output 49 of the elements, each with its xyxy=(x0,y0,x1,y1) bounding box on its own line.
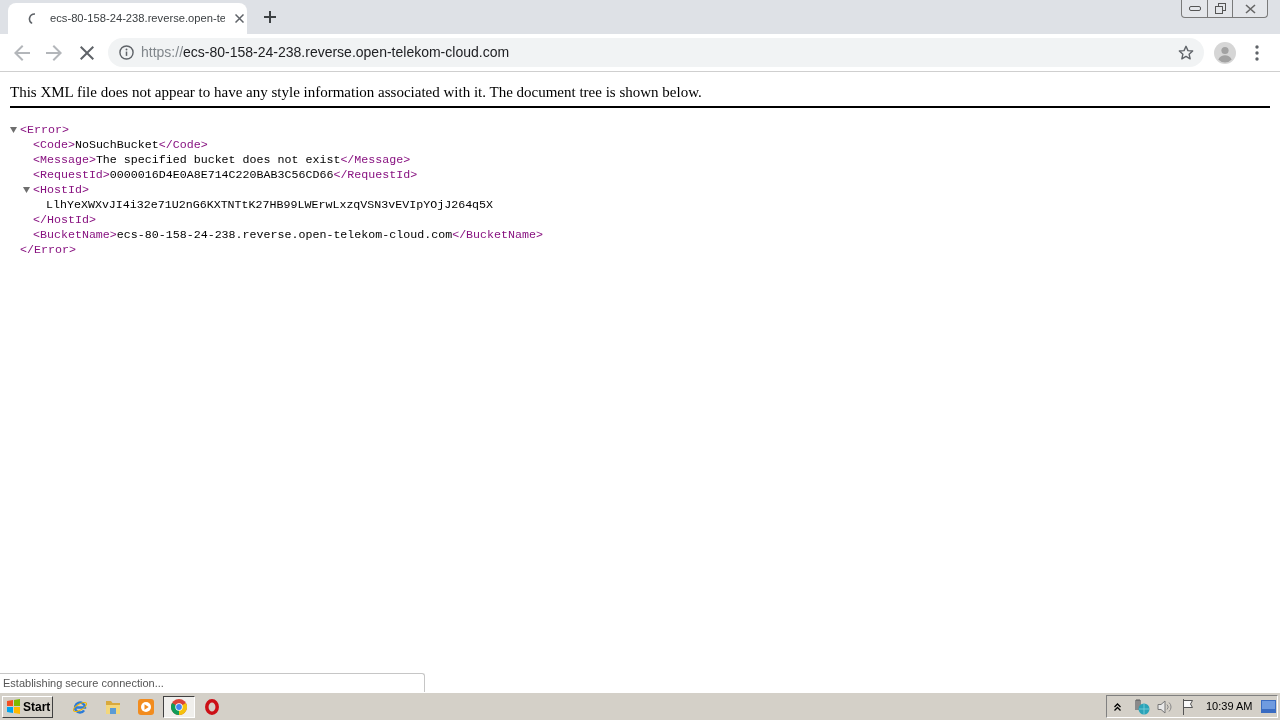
flag-icon[interactable] xyxy=(1182,698,1196,715)
xml-text: 0000016D4E0A8E714C220BAB3C56CD66 xyxy=(109,167,334,182)
xml-text: LlhYeXWXvJI4i32e71U2nG6KXTNTtK27HB99LWErwLxzqVSN3vEVIpYOjJ264q5X xyxy=(46,197,494,212)
address-bar[interactable]: https://ecs-80-158-24-238.reverse.open-telekom-cloud.com xyxy=(108,38,1204,67)
profile-button[interactable] xyxy=(1214,41,1236,64)
speaker-icon[interactable] xyxy=(1157,698,1173,715)
show-desktop-icon[interactable] xyxy=(1261,700,1277,713)
xml-tag: </Error> xyxy=(20,242,76,257)
folder-icon xyxy=(105,698,121,715)
minimize-icon xyxy=(1188,6,1201,11)
url-host: ecs-80-158-24-238.reverse.open-telekom-cloud.com xyxy=(183,43,510,62)
play-icon xyxy=(138,698,154,715)
avatar-icon xyxy=(1214,41,1236,64)
restore-icon xyxy=(1214,3,1226,14)
xml-tag: <BucketName> xyxy=(33,227,117,242)
xml-tag: </BucketName> xyxy=(452,227,543,242)
xml-tag: </HostId> xyxy=(33,212,96,227)
xml-tag: <HostId> xyxy=(33,182,89,197)
disclosure-triangle-icon[interactable] xyxy=(10,126,17,133)
xml-tag: </RequestId> xyxy=(333,167,418,182)
xml-text: ecs-80-158-24-238.reverse.open-telekom-cloud.com xyxy=(116,227,453,242)
segmented-circle-icon xyxy=(171,698,187,715)
xml-tag: <Message> xyxy=(33,152,96,167)
disclosure-triangle-icon[interactable] xyxy=(23,186,30,193)
xml-style-notice: This XML file does not appear to have any style information associated with it. The document tree is shown below. xyxy=(10,83,702,101)
start-button[interactable]: Start xyxy=(2,695,53,718)
menu-dots-icon xyxy=(1255,44,1259,61)
url-scheme: https:// xyxy=(141,43,184,62)
xml-tag: </Message> xyxy=(340,152,411,167)
forward-arrow-icon xyxy=(46,44,62,61)
xml-tag: <Error> xyxy=(20,122,69,137)
ring-icon xyxy=(205,698,219,715)
taskbar-button[interactable] xyxy=(163,695,195,718)
xml-tag: </Code> xyxy=(158,137,208,152)
status-text: Establishing secure connection... xyxy=(3,675,164,691)
info-icon[interactable] xyxy=(119,45,134,60)
xml-text: The specified bucket does not exist xyxy=(95,152,341,167)
close-icon xyxy=(234,14,244,23)
browser-tab[interactable]: ecs-80-158-24-238.reverse.open-te xyxy=(8,3,247,34)
plus-icon xyxy=(264,11,276,23)
close-icon xyxy=(1244,3,1256,14)
xml-tag: <RequestId> xyxy=(33,167,110,182)
flag-logo-icon xyxy=(6,699,21,714)
e-logo-icon xyxy=(72,698,88,715)
xml-tag: <Code> xyxy=(33,137,75,152)
chevron-up-icon xyxy=(1113,702,1121,711)
xml-text: NoSuchBucket xyxy=(74,137,159,152)
back-arrow-icon xyxy=(14,44,30,61)
star-icon xyxy=(1178,44,1194,61)
